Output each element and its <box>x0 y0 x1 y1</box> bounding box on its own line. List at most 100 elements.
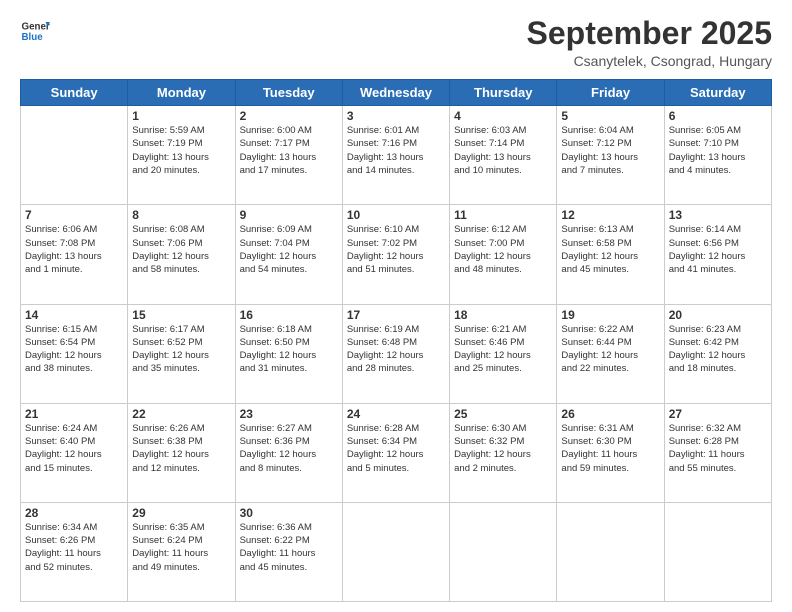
table-row <box>557 502 664 601</box>
day-info: Sunrise: 6:32 AMSunset: 6:28 PMDaylight:… <box>669 422 767 475</box>
day-info: Sunrise: 6:15 AMSunset: 6:54 PMDaylight:… <box>25 323 123 376</box>
day-number: 28 <box>25 506 123 520</box>
calendar-week-row: 28Sunrise: 6:34 AMSunset: 6:26 PMDayligh… <box>21 502 772 601</box>
calendar-week-row: 7Sunrise: 6:06 AMSunset: 7:08 PMDaylight… <box>21 205 772 304</box>
day-number: 6 <box>669 109 767 123</box>
col-wednesday: Wednesday <box>342 80 449 106</box>
table-row: 19Sunrise: 6:22 AMSunset: 6:44 PMDayligh… <box>557 304 664 403</box>
day-info: Sunrise: 6:13 AMSunset: 6:58 PMDaylight:… <box>561 223 659 276</box>
day-number: 23 <box>240 407 338 421</box>
page-subtitle: Csanytelek, Csongrad, Hungary <box>527 53 772 69</box>
day-info: Sunrise: 6:14 AMSunset: 6:56 PMDaylight:… <box>669 223 767 276</box>
day-info: Sunrise: 6:03 AMSunset: 7:14 PMDaylight:… <box>454 124 552 177</box>
page-title: September 2025 <box>527 16 772 51</box>
day-number: 7 <box>25 208 123 222</box>
day-info: Sunrise: 6:30 AMSunset: 6:32 PMDaylight:… <box>454 422 552 475</box>
day-info: Sunrise: 6:17 AMSunset: 6:52 PMDaylight:… <box>132 323 230 376</box>
table-row: 16Sunrise: 6:18 AMSunset: 6:50 PMDayligh… <box>235 304 342 403</box>
day-info: Sunrise: 6:05 AMSunset: 7:10 PMDaylight:… <box>669 124 767 177</box>
day-number: 26 <box>561 407 659 421</box>
table-row: 28Sunrise: 6:34 AMSunset: 6:26 PMDayligh… <box>21 502 128 601</box>
table-row: 1Sunrise: 5:59 AMSunset: 7:19 PMDaylight… <box>128 106 235 205</box>
day-number: 9 <box>240 208 338 222</box>
day-number: 20 <box>669 308 767 322</box>
table-row <box>21 106 128 205</box>
day-info: Sunrise: 6:26 AMSunset: 6:38 PMDaylight:… <box>132 422 230 475</box>
day-number: 14 <box>25 308 123 322</box>
table-row: 20Sunrise: 6:23 AMSunset: 6:42 PMDayligh… <box>664 304 771 403</box>
table-row: 18Sunrise: 6:21 AMSunset: 6:46 PMDayligh… <box>450 304 557 403</box>
day-info: Sunrise: 6:12 AMSunset: 7:00 PMDaylight:… <box>454 223 552 276</box>
day-info: Sunrise: 6:36 AMSunset: 6:22 PMDaylight:… <box>240 521 338 574</box>
table-row: 3Sunrise: 6:01 AMSunset: 7:16 PMDaylight… <box>342 106 449 205</box>
day-number: 2 <box>240 109 338 123</box>
calendar-table: Sunday Monday Tuesday Wednesday Thursday… <box>20 79 772 602</box>
table-row: 23Sunrise: 6:27 AMSunset: 6:36 PMDayligh… <box>235 403 342 502</box>
table-row: 10Sunrise: 6:10 AMSunset: 7:02 PMDayligh… <box>342 205 449 304</box>
table-row: 6Sunrise: 6:05 AMSunset: 7:10 PMDaylight… <box>664 106 771 205</box>
day-number: 29 <box>132 506 230 520</box>
day-info: Sunrise: 6:06 AMSunset: 7:08 PMDaylight:… <box>25 223 123 276</box>
table-row: 7Sunrise: 6:06 AMSunset: 7:08 PMDaylight… <box>21 205 128 304</box>
day-number: 30 <box>240 506 338 520</box>
day-number: 18 <box>454 308 552 322</box>
table-row: 11Sunrise: 6:12 AMSunset: 7:00 PMDayligh… <box>450 205 557 304</box>
day-info: Sunrise: 6:24 AMSunset: 6:40 PMDaylight:… <box>25 422 123 475</box>
day-number: 10 <box>347 208 445 222</box>
table-row: 4Sunrise: 6:03 AMSunset: 7:14 PMDaylight… <box>450 106 557 205</box>
header: General Blue September 2025 Csanytelek, … <box>20 16 772 69</box>
day-number: 19 <box>561 308 659 322</box>
col-thursday: Thursday <box>450 80 557 106</box>
col-saturday: Saturday <box>664 80 771 106</box>
day-number: 15 <box>132 308 230 322</box>
table-row: 27Sunrise: 6:32 AMSunset: 6:28 PMDayligh… <box>664 403 771 502</box>
table-row: 14Sunrise: 6:15 AMSunset: 6:54 PMDayligh… <box>21 304 128 403</box>
day-number: 24 <box>347 407 445 421</box>
day-number: 13 <box>669 208 767 222</box>
table-row: 26Sunrise: 6:31 AMSunset: 6:30 PMDayligh… <box>557 403 664 502</box>
table-row: 29Sunrise: 6:35 AMSunset: 6:24 PMDayligh… <box>128 502 235 601</box>
table-row: 12Sunrise: 6:13 AMSunset: 6:58 PMDayligh… <box>557 205 664 304</box>
day-info: Sunrise: 6:23 AMSunset: 6:42 PMDaylight:… <box>669 323 767 376</box>
table-row: 24Sunrise: 6:28 AMSunset: 6:34 PMDayligh… <box>342 403 449 502</box>
day-info: Sunrise: 6:27 AMSunset: 6:36 PMDaylight:… <box>240 422 338 475</box>
table-row: 30Sunrise: 6:36 AMSunset: 6:22 PMDayligh… <box>235 502 342 601</box>
day-number: 1 <box>132 109 230 123</box>
day-info: Sunrise: 6:04 AMSunset: 7:12 PMDaylight:… <box>561 124 659 177</box>
svg-text:General: General <box>22 22 51 33</box>
table-row <box>342 502 449 601</box>
col-sunday: Sunday <box>21 80 128 106</box>
calendar-header-row: Sunday Monday Tuesday Wednesday Thursday… <box>21 80 772 106</box>
table-row: 9Sunrise: 6:09 AMSunset: 7:04 PMDaylight… <box>235 205 342 304</box>
title-block: September 2025 Csanytelek, Csongrad, Hun… <box>527 16 772 69</box>
logo-icon: General Blue <box>20 16 50 46</box>
table-row: 21Sunrise: 6:24 AMSunset: 6:40 PMDayligh… <box>21 403 128 502</box>
day-info: Sunrise: 6:28 AMSunset: 6:34 PMDaylight:… <box>347 422 445 475</box>
table-row: 25Sunrise: 6:30 AMSunset: 6:32 PMDayligh… <box>450 403 557 502</box>
table-row: 22Sunrise: 6:26 AMSunset: 6:38 PMDayligh… <box>128 403 235 502</box>
day-info: Sunrise: 6:34 AMSunset: 6:26 PMDaylight:… <box>25 521 123 574</box>
day-number: 16 <box>240 308 338 322</box>
day-info: Sunrise: 6:09 AMSunset: 7:04 PMDaylight:… <box>240 223 338 276</box>
day-info: Sunrise: 6:00 AMSunset: 7:17 PMDaylight:… <box>240 124 338 177</box>
table-row: 2Sunrise: 6:00 AMSunset: 7:17 PMDaylight… <box>235 106 342 205</box>
day-info: Sunrise: 6:08 AMSunset: 7:06 PMDaylight:… <box>132 223 230 276</box>
svg-text:Blue: Blue <box>22 32 44 43</box>
day-number: 27 <box>669 407 767 421</box>
day-info: Sunrise: 6:19 AMSunset: 6:48 PMDaylight:… <box>347 323 445 376</box>
col-tuesday: Tuesday <box>235 80 342 106</box>
day-number: 21 <box>25 407 123 421</box>
table-row: 15Sunrise: 6:17 AMSunset: 6:52 PMDayligh… <box>128 304 235 403</box>
day-number: 4 <box>454 109 552 123</box>
table-row: 5Sunrise: 6:04 AMSunset: 7:12 PMDaylight… <box>557 106 664 205</box>
table-row <box>450 502 557 601</box>
day-info: Sunrise: 5:59 AMSunset: 7:19 PMDaylight:… <box>132 124 230 177</box>
day-number: 3 <box>347 109 445 123</box>
day-number: 12 <box>561 208 659 222</box>
logo: General Blue <box>20 16 50 46</box>
calendar-week-row: 21Sunrise: 6:24 AMSunset: 6:40 PMDayligh… <box>21 403 772 502</box>
day-info: Sunrise: 6:31 AMSunset: 6:30 PMDaylight:… <box>561 422 659 475</box>
calendar-week-row: 14Sunrise: 6:15 AMSunset: 6:54 PMDayligh… <box>21 304 772 403</box>
day-info: Sunrise: 6:35 AMSunset: 6:24 PMDaylight:… <box>132 521 230 574</box>
day-info: Sunrise: 6:21 AMSunset: 6:46 PMDaylight:… <box>454 323 552 376</box>
